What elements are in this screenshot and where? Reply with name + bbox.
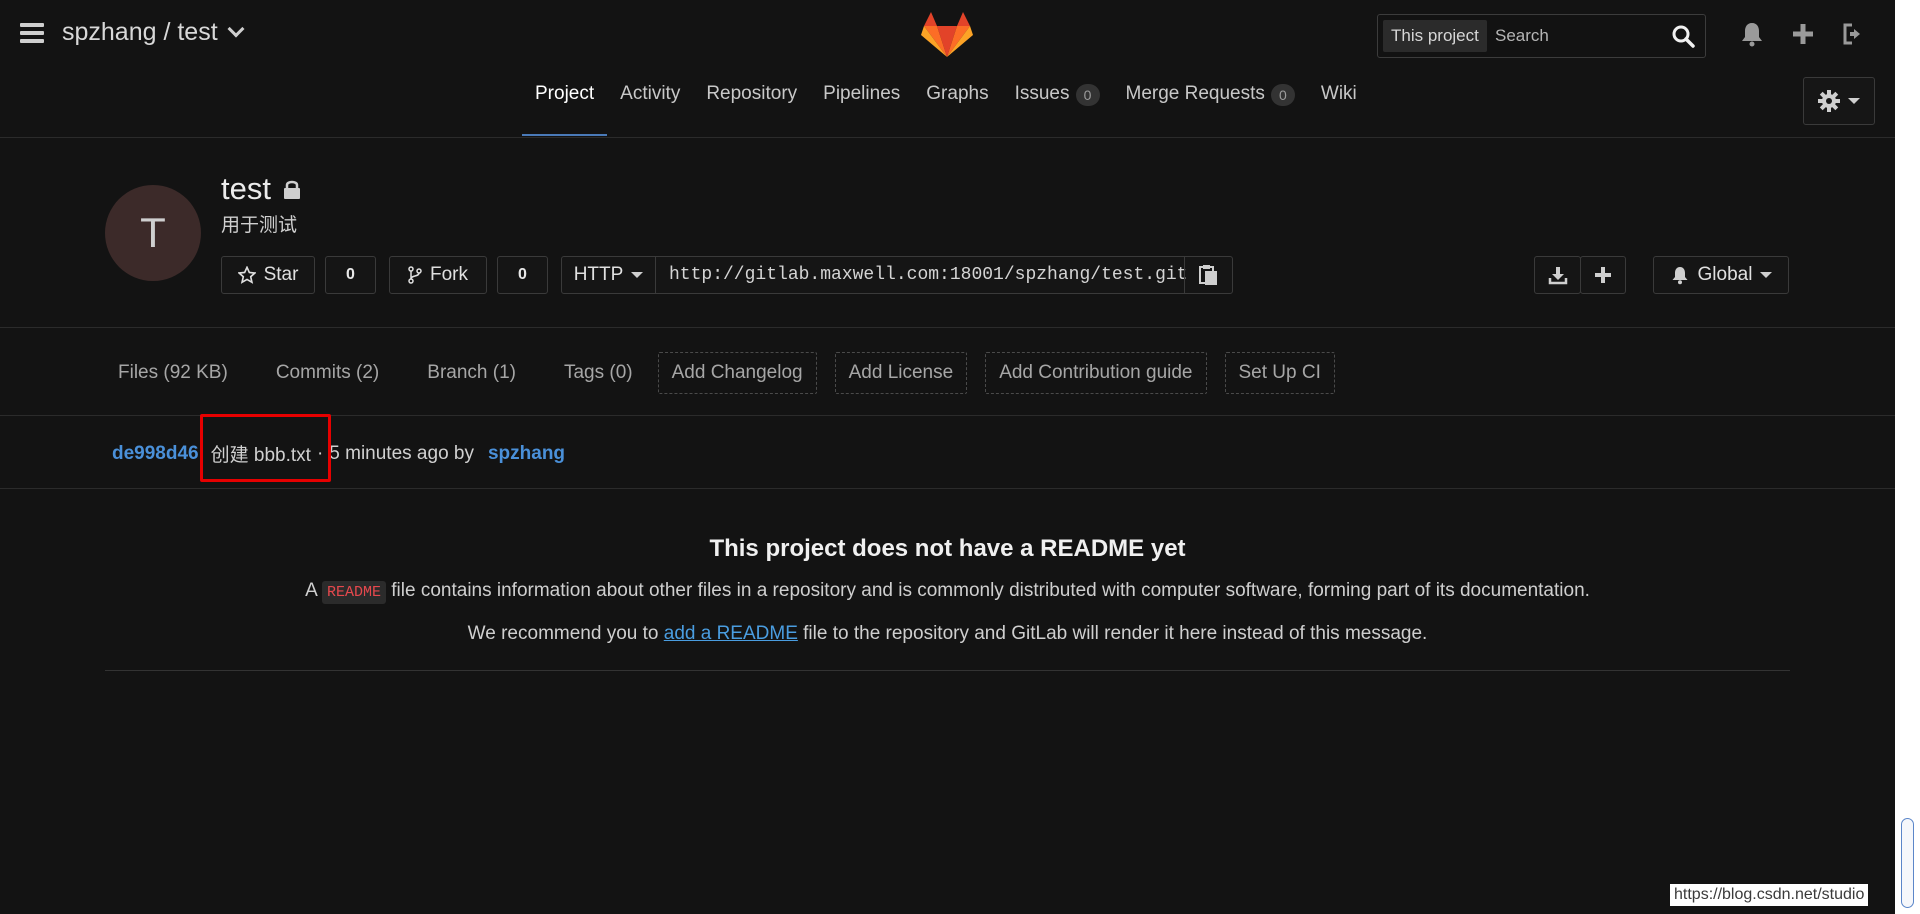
sign-out-icon[interactable]	[1840, 20, 1868, 48]
set-up-ci-button[interactable]: Set Up CI	[1224, 352, 1335, 394]
readme-empty-description: A README file contains information about…	[0, 580, 1895, 604]
issues-count-badge: 0	[1075, 84, 1100, 106]
branch-link[interactable]: Branch (1)	[414, 353, 529, 393]
tab-repository[interactable]: Repository	[693, 83, 810, 136]
text: file to the repository and GitLab will r…	[803, 623, 1428, 644]
search-scope-label[interactable]: This project	[1383, 20, 1487, 52]
project-settings-button[interactable]	[1803, 77, 1875, 125]
breadcrumb[interactable]: spzhang / test	[62, 18, 245, 47]
project-description: 用于测试	[221, 215, 298, 236]
tab-pipelines[interactable]: Pipelines	[810, 83, 913, 136]
tags-link[interactable]: Tags (0)	[551, 353, 646, 393]
bell-icon[interactable]	[1738, 20, 1766, 48]
tab-label: Merge Requests	[1125, 83, 1265, 104]
tab-label: Graphs	[926, 83, 989, 104]
text: A	[305, 580, 317, 601]
tab-graphs[interactable]: Graphs	[913, 83, 1001, 136]
star-label: Star	[263, 264, 299, 285]
scrollbar-thumb[interactable]	[1901, 818, 1914, 908]
search-icon[interactable]	[1671, 24, 1695, 48]
copy-url-button[interactable]	[1184, 257, 1232, 293]
project-name: test	[221, 171, 271, 206]
commit-time: 5 minutes ago by	[329, 442, 474, 464]
add-license-button[interactable]: Add License	[834, 352, 968, 394]
project-stats-bar: Files (92 KB) Commits (2) Branch (1) Tag…	[105, 352, 1335, 394]
page-scrollbar[interactable]	[1895, 0, 1920, 914]
text: file contains information about other fi…	[391, 580, 1590, 601]
search-box[interactable]: This project	[1377, 14, 1706, 58]
readme-code-label: README	[321, 581, 386, 604]
clone-protocol-dropdown[interactable]: HTTP	[562, 257, 656, 293]
plus-icon	[1595, 267, 1611, 283]
star-button[interactable]: Star	[221, 256, 315, 294]
project-nav-tabs: Project Activity Repository Pipelines Gr…	[522, 83, 1370, 136]
text: We recommend you to	[467, 623, 659, 644]
commit-author-link[interactable]: spzhang	[488, 443, 565, 465]
annotation-highlight-box	[200, 414, 331, 482]
fork-label: Fork	[430, 264, 468, 285]
download-button[interactable]	[1534, 256, 1581, 294]
tab-label: Wiki	[1320, 83, 1357, 104]
divider	[105, 670, 1790, 671]
chevron-down-icon[interactable]	[227, 20, 245, 37]
gear-icon	[1818, 90, 1840, 112]
last-commit: de998d46 创建 bbb.txt · 5 minutes ago by s…	[112, 440, 565, 467]
bell-icon	[1672, 267, 1688, 285]
clone-url-group: HTTP	[561, 256, 1233, 294]
watermark-text: https://blog.csdn.net/studio	[1670, 884, 1869, 906]
clone-protocol-label: HTTP	[573, 264, 624, 285]
plus-icon[interactable]	[1789, 20, 1817, 48]
files-link[interactable]: Files (92 KB)	[105, 353, 241, 393]
tab-issues[interactable]: Issues 0	[1002, 83, 1113, 136]
star-icon	[237, 266, 256, 284]
breadcrumb-label[interactable]: spzhang / test	[62, 18, 218, 47]
caret-down-icon	[631, 272, 644, 278]
project-avatar: T	[105, 185, 201, 281]
clone-url-input[interactable]	[669, 263, 1189, 287]
tab-label: Pipelines	[823, 83, 901, 104]
readme-recommendation: We recommend you to add a README file to…	[0, 623, 1895, 645]
merge-requests-count-badge: 0	[1270, 84, 1295, 106]
tab-label: Activity	[620, 83, 681, 104]
notification-level-dropdown[interactable]: Global	[1653, 256, 1789, 294]
project-title: test	[221, 171, 301, 207]
tab-wiki[interactable]: Wiki	[1308, 83, 1370, 136]
star-count[interactable]: 0	[325, 256, 376, 294]
download-icon	[1548, 267, 1567, 285]
readme-empty-title: This project does not have a README yet	[709, 535, 1186, 562]
gitlab-logo-icon[interactable]	[921, 10, 973, 58]
fork-count[interactable]: 0	[497, 256, 548, 294]
tab-label: Issues	[1014, 83, 1070, 104]
fork-icon	[408, 266, 422, 284]
hamburger-menu-icon[interactable]	[20, 23, 44, 43]
add-readme-link[interactable]: add a README	[664, 623, 798, 644]
caret-down-icon	[1760, 272, 1773, 278]
caret-down-icon	[1848, 98, 1860, 104]
tab-merge-requests[interactable]: Merge Requests 0	[1113, 83, 1308, 136]
add-changelog-button[interactable]: Add Changelog	[657, 352, 817, 394]
tab-activity[interactable]: Activity	[607, 83, 693, 136]
lock-icon	[283, 180, 300, 199]
add-contribution-guide-button[interactable]: Add Contribution guide	[985, 352, 1207, 394]
new-file-button[interactable]	[1580, 256, 1626, 294]
tab-label: Repository	[706, 83, 798, 104]
commit-sha-link[interactable]: de998d46	[112, 443, 199, 465]
fork-button[interactable]: Fork	[389, 256, 487, 294]
divider	[0, 488, 1895, 489]
search-input[interactable]	[1495, 22, 1655, 50]
notification-level-label: Global	[1697, 264, 1753, 285]
divider	[0, 327, 1895, 328]
top-navbar: spzhang / test This project Project Acti…	[0, 0, 1895, 138]
commits-link[interactable]: Commits (2)	[263, 353, 392, 393]
tab-label: Project	[535, 83, 595, 104]
tab-project[interactable]: Project	[522, 83, 608, 136]
clipboard-icon	[1198, 265, 1217, 285]
